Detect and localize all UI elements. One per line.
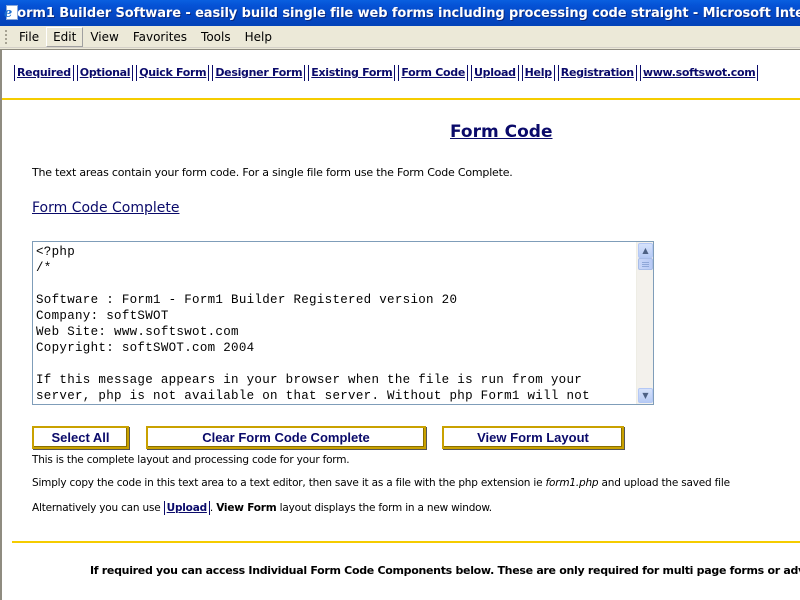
header-divider [2, 98, 800, 100]
scroll-thumb[interactable] [638, 258, 653, 270]
nav-upload[interactable]: Upload [471, 65, 519, 81]
alt-text-part1: Alternatively you can use [32, 502, 164, 514]
menu-help[interactable]: Help [238, 27, 279, 47]
section-title-form-code-complete[interactable]: Form Code Complete [32, 200, 179, 216]
site-nav: Required Optional Quick Form Designer Fo… [14, 65, 761, 81]
filename-example: form1.php [545, 477, 599, 489]
nav-help[interactable]: Help [521, 65, 555, 81]
nav-registration[interactable]: Registration [557, 65, 637, 81]
nav-softswot-site[interactable]: www.softswot.com [639, 65, 759, 81]
description-complete-code: This is the complete layout and processi… [32, 454, 350, 466]
clear-form-code-button[interactable]: Clear Form Code Complete [146, 426, 426, 449]
page-content: Required Optional Quick Form Designer Fo… [0, 49, 800, 600]
menu-edit[interactable]: Edit [46, 26, 84, 47]
menu-favorites[interactable]: Favorites [126, 27, 194, 47]
nav-optional[interactable]: Optional [76, 65, 134, 81]
select-all-button[interactable]: Select All [32, 426, 129, 449]
copy-text-part2: and upload the saved file [598, 477, 731, 489]
page-title[interactable]: Form Code [450, 122, 552, 142]
form-code-complete-textarea[interactable]: <?php /* Software : Form1 - Form1 Builde… [32, 241, 654, 405]
view-form-layout-button[interactable]: View Form Layout [442, 426, 624, 449]
window-title-bar[interactable]: e Form1 Builder Software - easily build … [0, 0, 800, 26]
nav-existing-form[interactable]: Existing Form [308, 65, 396, 81]
scroll-down-icon[interactable]: ▼ [638, 388, 653, 403]
description-alternative: Alternatively you can use Upload. View F… [32, 501, 493, 515]
window-title: Form1 Builder Software - easily build si… [9, 5, 800, 21]
copy-text-part1: Simply copy the code in this text area t… [32, 477, 546, 489]
code-content[interactable]: <?php /* Software : Form1 - Form1 Builde… [33, 242, 635, 404]
toolbar-grip-handle[interactable] [4, 28, 8, 45]
section-divider [12, 541, 800, 543]
components-note: If required you can access Individual Fo… [90, 564, 800, 577]
menu-view[interactable]: View [83, 27, 125, 47]
alt-text-part3: layout displays the form in a new window… [276, 502, 493, 514]
menu-file[interactable]: File [12, 27, 46, 47]
menu-bar: File Edit View Favorites Tools Help [0, 26, 800, 48]
intro-text: The text areas contain your form code. F… [32, 166, 513, 179]
nav-required[interactable]: Required [14, 65, 74, 81]
nav-form-code[interactable]: Form Code [398, 65, 469, 81]
upload-link[interactable]: Upload [163, 501, 210, 515]
vertical-scrollbar[interactable]: ▲ ▼ [636, 242, 653, 404]
scroll-up-icon[interactable]: ▲ [638, 243, 653, 258]
menu-tools[interactable]: Tools [194, 27, 238, 47]
nav-quick-form[interactable]: Quick Form [136, 65, 210, 81]
description-copy-instructions: Simply copy the code in this text area t… [32, 477, 730, 489]
view-form-bold: View Form [216, 502, 277, 514]
nav-designer-form[interactable]: Designer Form [212, 65, 306, 81]
